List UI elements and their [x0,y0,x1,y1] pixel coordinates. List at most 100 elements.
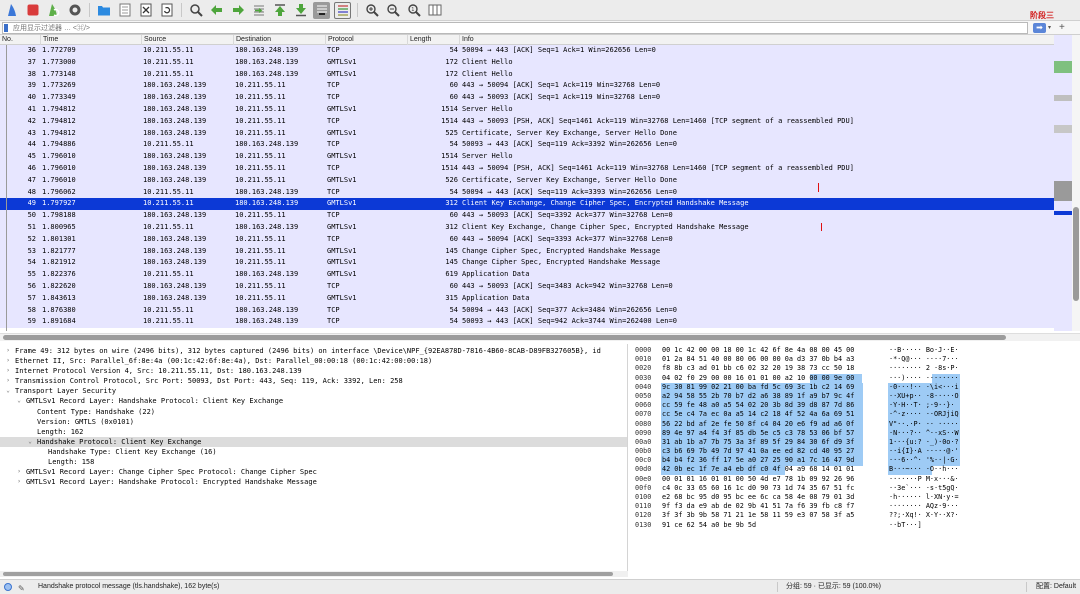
go-forward-icon[interactable] [229,2,246,19]
column-header-no[interactable]: No. [0,35,40,45]
capture-comment-icon[interactable]: ✎ [18,582,25,594]
go-first-icon[interactable] [271,2,288,19]
packet-row[interactable]: 53 1.821777 180.163.248.139 10.211.55.11 GMT… [0,245,1064,258]
packet-row[interactable]: 37 1.773000 10.211.55.11 180.163.248.139 GMT… [0,56,1064,69]
byte-row[interactable]: 00e0 00 01 01 16 01 01 00 50 4d e7 78 1b … [630,475,1080,484]
reload-icon[interactable] [158,2,175,19]
column-header-protocol[interactable]: Protocol [325,35,407,45]
detail-row[interactable]: › Ethernet II, Src: Parallel_6f:8e:4a (00… [0,356,627,366]
packet-row[interactable]: 43 1.794812 180.163.248.139 10.211.55.11 GMT… [0,127,1064,140]
detail-row[interactable]: ⌄ Transport Layer Security [0,386,627,396]
byte-row[interactable]: 00b0 c3 b6 69 7b 49 7d 97 41 0a ee ed 82 … [630,447,1080,456]
save-file-icon[interactable] [116,2,133,19]
byte-row[interactable]: 0070 cc 5e c4 7a ec 0a a5 14 c2 18 4f 52 … [630,410,1080,419]
byte-row[interactable]: 00f0 c4 0c 33 65 60 16 1c d0 90 73 1d 74 … [630,484,1080,493]
packet-details-tree[interactable]: › Frame 49: 312 bytes on wire (2496 bits)… [0,344,628,576]
column-header-length[interactable]: Length [407,35,459,45]
detail-row[interactable]: › Transmission Control Protocol, Src Port… [0,376,627,386]
packet-row[interactable]: 56 1.822620 180.163.248.139 10.211.55.11 TCP… [0,280,1064,293]
packet-row[interactable]: 45 1.796010 180.163.248.139 10.211.55.11 GMT… [0,151,1064,163]
packet-minimap[interactable] [1054,35,1072,331]
packet-row[interactable]: 46 1.796010 180.163.248.139 10.211.55.11 TCP… [0,162,1064,175]
resize-columns-icon[interactable] [426,2,443,19]
packet-bytes-pane[interactable]: 0000 00 1c 42 00 00 18 00 1c 42 6f 8e 4a … [630,344,1080,576]
packet-row[interactable]: 42 1.794812 180.163.248.139 10.211.55.11 TCP… [0,115,1064,128]
detail-row[interactable]: Version: GMTLS (0x0101) [0,417,627,427]
byte-row[interactable]: 0120 3f 3f 3b 9b 58 71 21 1e 58 11 59 e3 … [630,511,1080,520]
scrollbar-thumb[interactable] [3,572,613,576]
go-last-icon[interactable] [292,2,309,19]
add-filter-button-icon[interactable]: + [1059,22,1069,34]
detail-row[interactable]: Content Type: Handshake (22) [0,407,627,417]
byte-row[interactable]: 00d0 42 0b ec 1f 7e a4 eb df c0 4f 04 a9 … [630,465,1080,474]
open-folder-icon[interactable] [95,2,112,19]
stop-square-icon[interactable] [24,2,41,19]
byte-row[interactable]: 00c0 b4 b4 f2 36 ff 17 5e a0 27 25 90 a1 … [630,456,1080,465]
collapse-arrow-icon[interactable]: ⌄ [4,386,12,396]
scrollbar-thumb[interactable] [3,335,1006,340]
packet-row[interactable]: 55 1.822376 10.211.55.11 180.163.248.139 GMT… [0,269,1064,281]
expand-arrow-icon[interactable]: › [15,467,23,477]
byte-row[interactable]: 0010 01 2a 84 51 40 00 80 06 00 00 0a d3 … [630,355,1080,364]
detail-row[interactable]: Length: 158 [0,457,627,467]
packet-row[interactable]: 39 1.773269 180.163.248.139 10.211.55.11 TCP… [0,80,1064,93]
filter-bookmark-icon[interactable] [4,24,8,32]
byte-row[interactable]: 0100 e2 68 bc 95 d0 95 bc ee 6c ca 58 4e … [630,493,1080,502]
go-to-packet-icon[interactable] [250,2,267,19]
byte-row[interactable]: 0020 f8 8b c3 ad 01 bb c6 02 32 20 19 38 … [630,364,1080,373]
shark-fin-start-icon[interactable] [3,2,20,19]
detail-row[interactable]: › Internet Protocol Version 4, Src: 10.21… [0,366,627,376]
packet-row[interactable]: 41 1.794812 180.163.248.139 10.211.55.11 GMT… [0,103,1064,116]
packet-row[interactable]: 48 1.796062 10.211.55.11 180.163.248.139 TCP… [0,186,1064,199]
byte-row[interactable]: 0060 cc 59 fe 48 a0 a5 54 02 20 3b 8d 39 … [630,401,1080,410]
colorize-icon[interactable] [334,1,351,19]
packet-row[interactable]: 54 1.821912 180.163.248.139 10.211.55.11 GMT… [0,257,1064,270]
detail-row[interactable]: › GMTLSv1 Record Layer: Change Cipher Spe… [0,467,627,477]
packet-row[interactable]: 50 1.798188 180.163.248.139 10.211.55.11 TCP… [0,210,1064,222]
packet-row[interactable]: 36 1.772709 10.211.55.11 180.163.248.139 TCP… [0,45,1064,57]
zoom-in-icon[interactable] [363,2,380,19]
byte-row[interactable]: 0090 89 4e 97 a4 f4 3f 85 db 5e c5 c3 78 … [630,429,1080,438]
find-packet-icon[interactable] [187,2,204,19]
collapse-arrow-icon[interactable]: ⌄ [15,396,23,406]
byte-row[interactable]: 0000 00 1c 42 00 00 18 00 1c 42 6f 8e 4a … [630,346,1080,355]
packet-list-vertical-scrollbar[interactable] [1072,35,1080,331]
packet-row[interactable]: 57 1.843613 180.163.248.139 10.211.55.11 GMT… [0,292,1064,305]
filter-history-dropdown-icon[interactable]: ▾ [1048,23,1055,33]
expand-arrow-icon[interactable]: › [4,366,12,376]
packet-row[interactable]: 40 1.773349 180.163.248.139 10.211.55.11 TCP… [0,92,1064,104]
expand-arrow-icon[interactable]: › [4,346,12,356]
collapse-arrow-icon[interactable]: ⌄ [26,437,34,447]
capture-options-gear-icon[interactable] [66,2,83,19]
detail-row-selected[interactable]: ⌄ Handshake Protocol: Client Key Exchange [0,436,627,447]
column-header-source[interactable]: Source [141,35,233,45]
restart-fin-icon[interactable] [45,2,62,19]
byte-row[interactable]: 0030 04 02 f0 29 00 00 16 01 01 00 a2 10 … [630,374,1080,383]
byte-row[interactable]: 0130 91 ce 62 54 a0 be 9b 5d ··bT···] [630,521,1080,530]
column-header-info[interactable]: Info [459,35,1059,45]
packet-row[interactable]: 47 1.796010 180.163.248.139 10.211.55.11 GMT… [0,174,1064,187]
byte-row[interactable]: 0110 9f f3 da e9 ab de 02 9b 41 51 7a f6 … [630,502,1080,511]
go-back-icon[interactable] [208,2,225,19]
status-profile[interactable]: 配置: Default [1036,580,1076,594]
expand-arrow-icon[interactable]: › [4,376,12,386]
packet-row[interactable]: 44 1.794886 10.211.55.11 180.163.248.139 TCP… [0,139,1064,152]
zoom-reset-icon[interactable]: 1 [405,2,422,19]
packet-row[interactable]: 38 1.773148 10.211.55.11 180.163.248.139 GMT… [0,68,1064,81]
scrollbar-thumb[interactable] [1073,207,1079,301]
packet-list-horizontal-scrollbar[interactable] [0,333,1080,341]
packet-row[interactable]: 59 1.891684 10.211.55.11 180.163.248.139 TCP… [0,316,1064,329]
column-header-destination[interactable]: Destination [233,35,325,45]
packet-row[interactable]: 52 1.801301 180.163.248.139 10.211.55.11 TCP… [0,233,1064,246]
byte-row[interactable]: 00a0 31 ab 1b a7 7b 75 3a 3f 89 5f 29 84 … [630,438,1080,447]
column-header-time[interactable]: Time [40,35,141,45]
packet-row-selected[interactable]: 49 1.797927 10.211.55.11 180.163.248.139 GMT… [0,198,1064,211]
byte-row[interactable]: 0050 a2 94 58 55 2b 70 b7 d2 a6 38 89 1f … [630,392,1080,401]
details-horizontal-scrollbar[interactable] [0,571,628,577]
expert-info-icon[interactable] [4,583,12,591]
detail-row[interactable]: › Frame 49: 312 bytes on wire (2496 bits)… [0,346,627,356]
display-filter-input[interactable] [2,22,1028,34]
expand-arrow-icon[interactable]: › [15,477,23,487]
close-file-icon[interactable] [137,2,154,19]
detail-row[interactable]: Handshake Type: Client Key Exchange (16) [0,447,627,457]
